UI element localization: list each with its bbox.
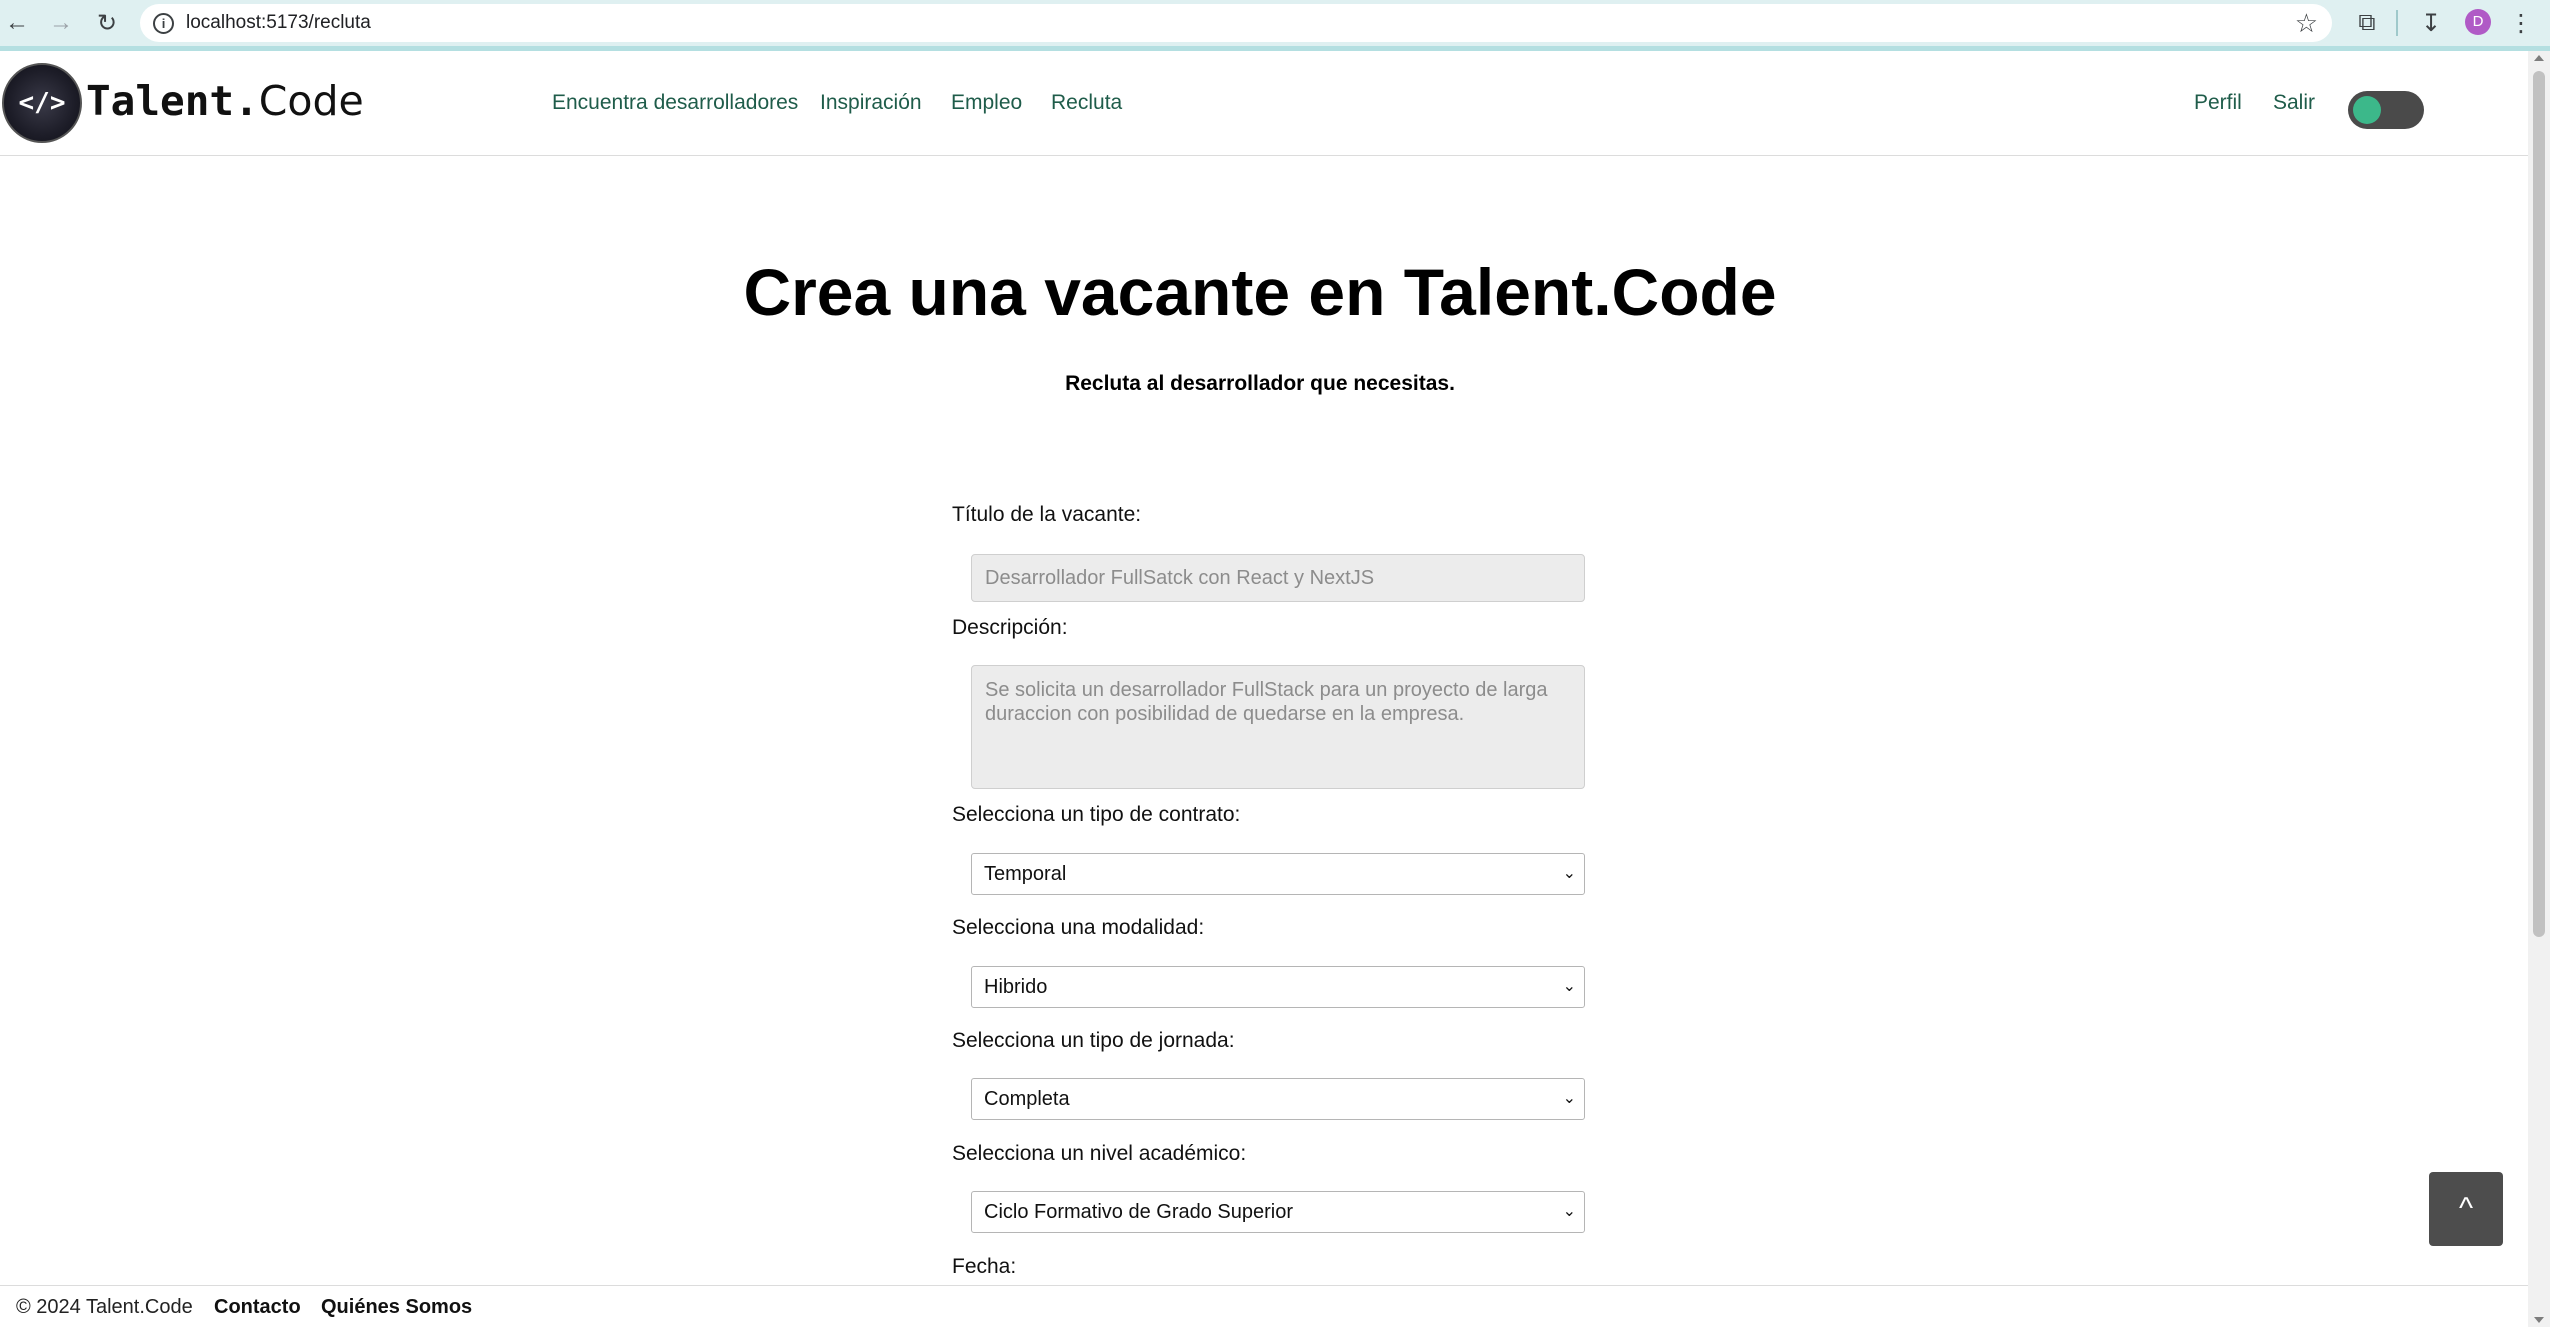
address-bar[interactable]: i localhost:5173/recluta ☆ (140, 4, 2332, 42)
download-icon[interactable]: ↧ (2416, 6, 2446, 40)
schedule-label: Selecciona un tipo de jornada: (952, 1029, 1235, 1052)
toolbar-divider (2396, 10, 2398, 36)
date-label: Fecha: (952, 1255, 1017, 1278)
schedule-select[interactable]: Completa ⌄ (971, 1078, 1585, 1120)
site-info-icon[interactable]: i (153, 13, 174, 34)
scroll-to-top-button[interactable]: ^ (2429, 1172, 2503, 1246)
url-text[interactable]: localhost:5173/recluta (186, 4, 371, 42)
scroll-up-arrow-icon[interactable] (2534, 55, 2544, 61)
site-header: </> Talent.Code Encuentra desarrolladore… (0, 51, 2528, 156)
forward-icon[interactable]: → (46, 8, 76, 38)
brand-name-part1: Talent. (86, 77, 259, 125)
reload-icon[interactable]: ↻ (92, 8, 122, 38)
contract-type-label: Selecciona un tipo de contrato: (952, 803, 1241, 826)
browser-menu-icon[interactable]: ⋮ (2506, 6, 2536, 40)
description-textarea[interactable] (971, 665, 1585, 789)
nav-link-perfil[interactable]: Perfil (2194, 89, 2242, 117)
bookmark-star-icon[interactable]: ☆ (2295, 4, 2318, 42)
nav-link-encuentra-desarrolladores[interactable]: Encuentra desarrolladores (552, 89, 798, 117)
site-footer: © 2024 Talent.Code Contacto Quiénes Somo… (0, 1285, 2528, 1328)
vacancy-title-label: Título de la vacante: (952, 503, 1142, 526)
modality-select[interactable]: Hibrido ⌄ (971, 966, 1585, 1008)
contract-type-select[interactable]: Temporal ⌄ (971, 853, 1585, 895)
education-select[interactable]: Ciclo Formativo de Grado Superior ⌄ (971, 1191, 1585, 1233)
modality-value: Hibrido (984, 976, 1048, 998)
chevron-down-icon: ⌄ (1562, 978, 1576, 995)
back-icon[interactable]: ← (2, 8, 32, 38)
scrollbar-thumb[interactable] (2533, 71, 2545, 937)
schedule-value: Completa (984, 1088, 1070, 1110)
footer-link-contacto[interactable]: Contacto (214, 1296, 301, 1319)
nav-link-empleo[interactable]: Empleo (951, 89, 1022, 117)
chevron-down-icon: ⌄ (1562, 1090, 1576, 1107)
chevron-down-icon: ⌄ (1562, 1203, 1576, 1220)
brand-name[interactable]: Talent.Code (86, 71, 364, 131)
footer-link-quienes-somos[interactable]: Quiénes Somos (321, 1296, 472, 1319)
page-subtitle: Recluta al desarrollador que necesitas. (1065, 372, 1455, 395)
theme-toggle-knob (2353, 96, 2381, 124)
modality-label: Selecciona una modalidad: (952, 916, 1205, 939)
nav-link-salir[interactable]: Salir (2273, 89, 2315, 117)
education-value: Ciclo Formativo de Grado Superior (984, 1201, 1294, 1223)
chevron-down-icon: ⌄ (1562, 865, 1576, 882)
nav-link-inspiracion[interactable]: Inspiración (820, 89, 922, 117)
browser-toolbar: ← → ↻ i localhost:5173/recluta ☆ ⧉ ↧ D ⋮ (0, 0, 2550, 51)
vacancy-title-input[interactable] (971, 554, 1585, 602)
description-label: Descripción: (952, 616, 1068, 639)
education-label: Selecciona un nivel académico: (952, 1142, 1247, 1165)
copyright-text: © 2024 Talent.Code (16, 1296, 193, 1318)
theme-toggle[interactable] (2348, 91, 2424, 129)
brand-name-part2: Code (258, 77, 364, 125)
nav-link-recluta[interactable]: Recluta (1051, 89, 1122, 117)
brand-logo-icon[interactable]: </> (2, 63, 82, 143)
extensions-icon[interactable]: ⧉ (2352, 6, 2382, 40)
page-title: Crea una vacante en Talent.Code (743, 255, 1777, 329)
scroll-down-arrow-icon[interactable] (2534, 1317, 2544, 1323)
contract-type-value: Temporal (984, 863, 1067, 885)
page-scrollbar[interactable] (2528, 51, 2550, 1327)
profile-avatar[interactable]: D (2465, 9, 2491, 35)
